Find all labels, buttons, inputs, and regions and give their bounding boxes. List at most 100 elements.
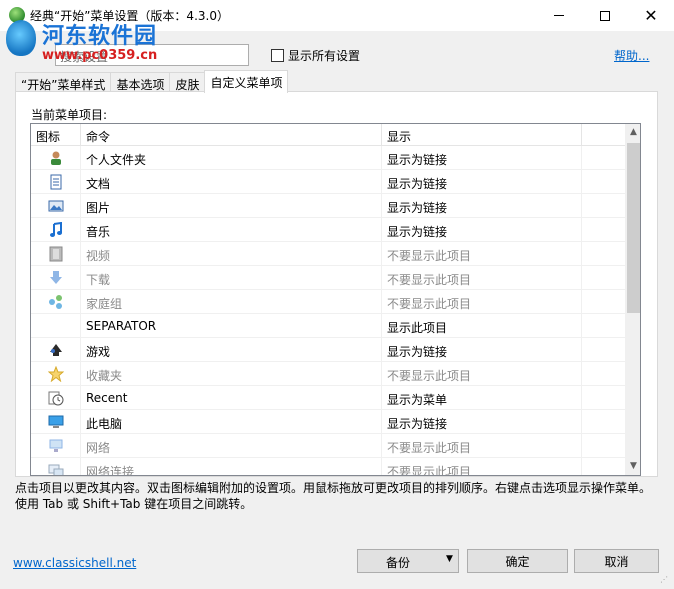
list-item-icon-cell[interactable] [31,362,81,386]
list-item-command[interactable]: 文档 [81,170,382,194]
scroll-up-arrow-icon[interactable]: ▲ [625,124,640,141]
list-item-command[interactable]: 网络连接 [81,458,382,475]
list-item-command[interactable]: 图片 [81,194,382,218]
list-item-icon-cell[interactable] [31,386,81,410]
list-item[interactable]: 网络 不要显示此项目 [31,434,625,458]
network-connection-icon [48,462,64,475]
list-item[interactable]: 此电脑 显示为链接 [31,410,625,434]
list-item[interactable]: 网络连接 不要显示此项目 [31,458,625,475]
tab-menu-style[interactable]: “开始”菜单样式 [15,72,112,93]
list-item[interactable]: 家庭组 不要显示此项目 [31,290,625,314]
scroll-thumb[interactable] [627,143,640,313]
list-rows: 个人文件夹 显示为链接 文档 显示为链接 图片 显示为链接 音乐 显示为链接 视频 不要显示此项目… [31,146,625,475]
show-all-settings[interactable]: 显示所有设置 [271,47,360,64]
list-item-icon-cell[interactable] [31,314,81,338]
list-header: 图标 命令 显示 [31,124,625,146]
app-icon [9,7,25,23]
list-item-display[interactable]: 不要显示此项目 [382,242,582,266]
list-item[interactable]: 收藏夹 不要显示此项目 [31,362,625,386]
list-item-icon-cell[interactable] [31,266,81,290]
title-bar: 经典“开始”菜单设置（版本：4.3.0） ✕ [0,0,674,31]
list-item-command[interactable]: SEPARATOR [81,314,382,338]
list-item[interactable]: 文档 显示为链接 [31,170,625,194]
list-item[interactable]: 视频 不要显示此项目 [31,242,625,266]
list-item-display[interactable]: 显示为链接 [382,194,582,218]
maximize-button[interactable] [582,0,628,31]
list-item-icon-cell[interactable] [31,242,81,266]
show-all-checkbox[interactable] [271,49,284,62]
column-header-display[interactable]: 显示 [382,124,582,146]
tab-basic-options[interactable]: 基本选项 [110,72,171,93]
list-item-icon-cell[interactable] [31,458,81,475]
list-item-command[interactable]: 视频 [81,242,382,266]
download-arrow-icon [48,270,64,286]
list-item-command[interactable]: 网络 [81,434,382,458]
list-item-command[interactable]: Recent [81,386,382,410]
maximize-icon [600,10,610,21]
list-item-command[interactable]: 音乐 [81,218,382,242]
list-item-icon-cell[interactable] [31,170,81,194]
list-item-command[interactable]: 下载 [81,266,382,290]
list-item-command[interactable]: 游戏 [81,338,382,362]
list-item-display[interactable]: 显示为菜单 [382,386,582,410]
list-item-display[interactable]: 不要显示此项目 [382,434,582,458]
cancel-button[interactable]: 取消 [574,549,659,573]
list-item-icon-cell[interactable] [31,410,81,434]
window-title: 经典“开始”菜单设置（版本：4.3.0） [30,9,229,23]
list-item-icon-cell[interactable] [31,218,81,242]
tab-customize-menu[interactable]: 自定义菜单项 [204,70,289,93]
list-item-display[interactable]: 显示为链接 [382,170,582,194]
column-header-icon[interactable]: 图标 [31,124,81,146]
user-folder-icon [48,150,64,166]
scroll-down-arrow-icon[interactable]: ▼ [625,458,640,475]
menu-items-list[interactable]: 图标 命令 显示 个人文件夹 显示为链接 文档 显示为链接 图片 显示为链接 音乐 显示为链接… [30,123,641,476]
list-item-display[interactable]: 显示为链接 [382,410,582,434]
list-item-icon-cell[interactable] [31,434,81,458]
computer-icon [48,414,64,430]
ok-button[interactable]: 确定 [467,549,568,573]
list-item[interactable]: 个人文件夹 显示为链接 [31,146,625,170]
close-button[interactable]: ✕ [628,0,674,31]
list-item[interactable]: 游戏 显示为链接 [31,338,625,362]
search-input[interactable]: 搜索设置 [55,44,249,66]
list-item-display[interactable]: 不要显示此项目 [382,458,582,475]
list-item-display[interactable]: 不要显示此项目 [382,362,582,386]
list-item[interactable]: 下载 不要显示此项目 [31,266,625,290]
tab-skin[interactable]: 皮肤 [169,72,206,93]
picture-icon [48,198,64,214]
list-item-display[interactable]: 显示为链接 [382,146,582,170]
list-item-icon-cell[interactable] [31,146,81,170]
backup-label: 备份 [386,556,411,570]
help-description: 点击项目以更改其内容。双击图标编辑附加的设置项。用鼠标拖放可更改项目的排列顺序。… [15,481,652,511]
vertical-scrollbar[interactable]: ▲ ▼ [625,124,640,475]
resize-grip-icon[interactable]: ⋰ [660,575,672,587]
list-item-display[interactable]: 不要显示此项目 [382,266,582,290]
list-item-command[interactable]: 个人文件夹 [81,146,382,170]
list-item-command[interactable]: 家庭组 [81,290,382,314]
film-icon [48,246,64,262]
list-item[interactable]: 图片 显示为链接 [31,194,625,218]
list-item-command[interactable]: 收藏夹 [81,362,382,386]
current-items-label: 当前菜单项目: [31,108,108,122]
backup-button[interactable]: 备份 ▼ [357,549,459,573]
list-item-icon-cell[interactable] [31,194,81,218]
list-item-command[interactable]: 此电脑 [81,410,382,434]
star-icon [47,365,64,383]
list-item-display[interactable]: 显示此项目 [382,314,582,338]
minimize-button[interactable] [536,0,582,31]
list-item-icon-cell[interactable] [31,338,81,362]
games-icon [48,342,64,358]
list-item[interactable]: SEPARATOR 显示此项目 [31,314,625,338]
list-item-icon-cell[interactable] [31,290,81,314]
list-item-display[interactable]: 显示为链接 [382,218,582,242]
network-icon [48,438,64,454]
classicshell-link[interactable]: www.classicshell.net [13,556,136,570]
show-all-label: 显示所有设置 [288,49,361,63]
column-header-command[interactable]: 命令 [81,124,382,146]
list-item-display[interactable]: 不要显示此项目 [382,290,582,314]
help-link[interactable]: 帮助... [614,47,649,64]
list-item-display[interactable]: 显示为链接 [382,338,582,362]
tab-panel: 当前菜单项目: 图标 命令 显示 个人文件夹 显示为链接 文档 显示为链接 图片 显示为链… [15,91,658,477]
list-item[interactable]: Recent 显示为菜单 [31,386,625,410]
list-item[interactable]: 音乐 显示为链接 [31,218,625,242]
